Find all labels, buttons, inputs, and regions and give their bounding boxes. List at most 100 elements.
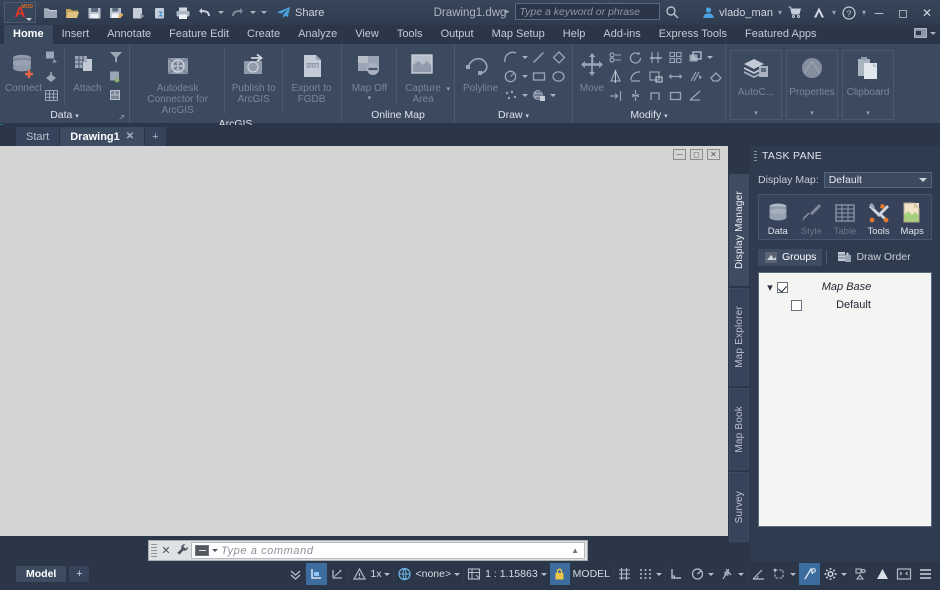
ribbon-tab-analyze[interactable]: Analyze [289,25,346,44]
ortho-icon[interactable] [666,563,687,585]
vtab-map-explorer[interactable]: Map Explorer [729,288,749,386]
ribbon-tab-map-setup[interactable]: Map Setup [483,25,554,44]
command-line[interactable]: ✕ Type a command ▲ [148,540,588,561]
ribbon-tab-featured-apps[interactable]: Featured Apps [736,25,826,44]
help-icon[interactable]: ? [838,0,860,25]
redo-icon[interactable] [226,2,247,23]
ribbon-tab-output[interactable]: Output [432,25,483,44]
viewport-scale-icon[interactable]: 1 : 1.15863 [464,563,550,585]
copy-icon[interactable] [607,48,625,66]
arc-icon[interactable] [502,48,520,66]
ribbon-tab-view[interactable]: View [346,25,388,44]
polyline-button[interactable]: Polyline [459,47,502,94]
settings-gear-icon[interactable] [820,563,850,585]
viewport-restore-button[interactable]: ◻ [690,149,703,160]
toolbox-maps-button[interactable]: Maps [897,199,928,237]
save-as-icon[interactable] [106,2,127,23]
circle-caret-icon[interactable] [522,74,528,78]
file-tab-start[interactable]: Start [16,127,60,146]
extend-icon[interactable] [607,86,625,104]
ribbon-tab-annotate[interactable]: Annotate [98,25,160,44]
rectangle-icon[interactable] [530,67,548,85]
autodesk-dropdown-icon[interactable]: ▾ [832,8,836,17]
workspace-switch-icon[interactable]: <none> [394,563,463,585]
file-tab-drawing1[interactable]: Drawing1 ✕ [60,127,145,146]
tab-groups[interactable]: Groups [758,248,823,266]
rectangular-edit-icon[interactable] [667,86,685,104]
user-dropdown-icon[interactable]: ▾ [778,8,782,17]
import-icon[interactable] [107,86,125,104]
open-file-icon[interactable] [62,2,83,23]
clipboard-gallery-button[interactable]: Clipboard ▾ [842,50,894,120]
share-button[interactable]: Share [270,2,330,23]
vtab-display-manager[interactable]: Display Manager [729,174,749,286]
export-to-fgdb-button[interactable]: FGDB Export to FGDB [286,47,337,105]
connect-button[interactable]: Connect [4,47,43,94]
object-snap-tracking-icon[interactable] [769,563,799,585]
redo-dropdown-icon[interactable] [248,2,257,23]
application-menu-button[interactable]: A MOD [4,2,36,23]
capture-area-button[interactable]: Capture Area [400,47,447,105]
clipboard-gallery-caret-icon[interactable]: ▾ [866,109,870,119]
trim-icon[interactable] [647,48,665,66]
data-table-icon[interactable] [43,86,61,104]
osnap-icon[interactable] [717,563,747,585]
minimize-button[interactable]: ─ [868,0,890,25]
new-drawing-tab-button[interactable]: + [145,127,166,146]
save-to-source-icon[interactable] [107,67,125,85]
annotation-scale-icon[interactable]: 1x [349,563,393,585]
space-label[interactable]: MODEL [570,563,613,585]
map-off-button[interactable]: Map Off ▾ [346,47,393,102]
move-button[interactable]: Move [577,47,607,94]
toolbox-table-button[interactable]: Table [829,199,860,237]
panel-title-data[interactable]: Data ▾ ↗ [0,107,129,123]
save-icon[interactable] [84,2,105,23]
properties-gallery-caret-icon[interactable]: ▾ [810,109,814,119]
ribbon-tab-feature-edit[interactable]: Feature Edit [160,25,238,44]
rotate-icon[interactable] [627,48,645,66]
customization-menu-icon[interactable] [915,563,936,585]
vtab-survey[interactable]: Survey [729,472,749,542]
toolbox-style-button[interactable]: Style [796,199,827,237]
tree-row-map-base[interactable]: ▾ Map Base [763,278,927,296]
panel-title-draw[interactable]: Draw ▾ [455,107,572,123]
clean-screen-icon[interactable] [893,563,915,585]
chamfer-icon[interactable] [687,86,705,104]
break-icon[interactable] [627,86,645,104]
qat-customize-icon[interactable] [258,2,270,23]
scale-icon[interactable] [647,67,665,85]
annotation-visibility-icon[interactable] [327,563,348,585]
hatch-icon[interactable] [530,86,548,104]
default-layer-checkbox[interactable] [791,299,802,311]
properties-gallery-button[interactable]: Properties ▾ [786,50,838,120]
ellipse-icon[interactable] [550,67,568,85]
maximize-button[interactable]: ◻ [892,0,914,25]
undo-dropdown-icon[interactable] [216,2,225,23]
help-dropdown-icon[interactable]: ▾ [862,8,866,17]
autocad-gallery-button[interactable]: AutoC... ▾ [730,50,782,120]
display-map-select[interactable]: Default [823,172,932,188]
polar-tracking-icon[interactable] [687,563,717,585]
filter-icon[interactable] [107,48,125,66]
capture-area-caret-icon[interactable]: ▾ [447,85,451,107]
command-prompt-caret-icon[interactable] [212,549,218,552]
command-history-expand-icon[interactable]: ▲ [571,546,581,555]
ribbon-tab-insert[interactable]: Insert [53,25,99,44]
isolate-objects-icon[interactable] [851,563,872,585]
stretch-icon[interactable] [667,67,685,85]
map-base-checkbox[interactable] [777,281,788,293]
viewport-minimize-button[interactable]: ─ [673,149,686,160]
offset-icon[interactable] [687,48,705,66]
wrench-icon[interactable] [173,543,191,559]
ribbon-tab-create[interactable]: Create [238,25,289,44]
query-icon[interactable] [43,48,61,66]
join-icon[interactable] [647,86,665,104]
viewport-close-button[interactable]: ✕ [707,149,720,160]
grid-icon[interactable] [614,563,635,585]
layout-overflow-icon[interactable] [285,563,305,585]
command-input[interactable]: Type a command ▲ [191,542,585,559]
line-icon[interactable] [530,48,548,66]
ribbon-tab-help[interactable]: Help [554,25,595,44]
angle-icon[interactable] [748,563,769,585]
cart-icon[interactable] [784,0,806,25]
